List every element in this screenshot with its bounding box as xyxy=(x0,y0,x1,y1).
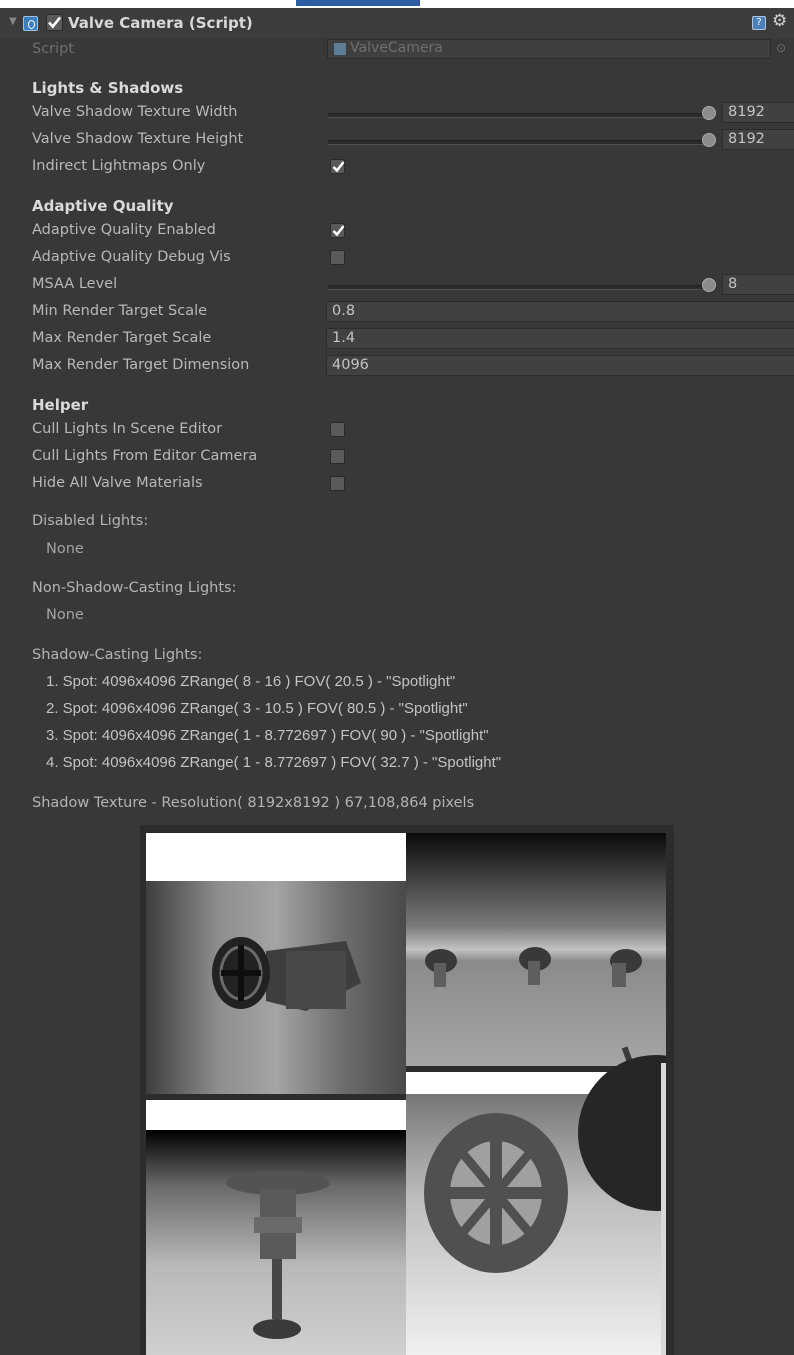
script-asset-icon xyxy=(334,43,346,55)
valve-wheel-icon xyxy=(212,937,270,1009)
max-dimension-row: Max Render Target Dimension 4096 xyxy=(0,354,794,380)
shadow-width-row: Valve Shadow Texture Width 8192 xyxy=(0,101,794,127)
shadow-light-item: 4. Spot: 4096x4096 ZRange( 1 - 8.772697 … xyxy=(46,754,502,771)
adaptive-enabled-label: Adaptive Quality Enabled xyxy=(32,222,216,238)
max-scale-row: Max Render Target Scale 1.4 xyxy=(0,327,794,353)
shadow-light-item: 1. Spot: 4096x4096 ZRange( 8 - 16 ) FOV(… xyxy=(46,673,456,690)
adaptive-enabled-checkbox[interactable] xyxy=(330,223,345,238)
shadow-light-item: 2. Spot: 4096x4096 ZRange( 3 - 10.5 ) FO… xyxy=(46,700,468,717)
shadow-width-slider-track[interactable] xyxy=(328,113,708,118)
hide-materials-row: Hide All Valve Materials xyxy=(0,472,794,498)
max-dimension-label: Max Render Target Dimension xyxy=(32,357,250,373)
shadow-height-slider-track[interactable] xyxy=(328,140,708,145)
disabled-lights-heading: Disabled Lights: xyxy=(32,513,149,529)
indirect-lightmaps-label: Indirect Lightmaps Only xyxy=(32,158,206,174)
indirect-lightmaps-checkbox[interactable] xyxy=(330,159,345,174)
cull-camera-checkbox[interactable] xyxy=(330,449,345,464)
max-scale-label: Max Render Target Scale xyxy=(32,330,212,346)
object-picker-icon[interactable]: ⊙ xyxy=(776,41,786,55)
msaa-slider-track[interactable] xyxy=(328,285,708,290)
non-shadow-lights-heading: Non-Shadow-Casting Lights: xyxy=(32,580,237,596)
top-accent-bar xyxy=(296,0,420,6)
script-icon xyxy=(23,16,38,31)
section-helper: Helper xyxy=(32,396,89,414)
adaptive-debug-row: Adaptive Quality Debug Vis xyxy=(0,246,794,272)
msaa-value: 8 xyxy=(728,276,738,292)
shadow-width-field[interactable]: 8192 xyxy=(722,102,794,123)
min-scale-label: Min Render Target Scale xyxy=(32,303,208,319)
script-row: Script ValveCamera ⊙ xyxy=(0,38,794,64)
section-lights-shadows: Lights & Shadows xyxy=(32,79,184,97)
shadow-width-label: Valve Shadow Texture Width xyxy=(32,104,238,120)
shadow-texture-caption: Shadow Texture - Resolution( 8192x8192 )… xyxy=(32,795,475,811)
cull-scene-row: Cull Lights In Scene Editor xyxy=(0,418,794,444)
max-dimension-value: 4096 xyxy=(332,357,369,373)
max-scale-field[interactable]: 1.4 xyxy=(326,328,794,349)
cull-scene-checkbox[interactable] xyxy=(330,422,345,437)
msaa-row: MSAA Level 8 xyxy=(0,273,794,299)
shadow-width-slider-thumb[interactable] xyxy=(702,106,716,120)
msaa-slider-thumb[interactable] xyxy=(702,278,716,292)
adaptive-enabled-row: Adaptive Quality Enabled xyxy=(0,219,794,245)
script-value: ValveCamera xyxy=(350,40,443,56)
msaa-label: MSAA Level xyxy=(32,276,118,292)
section-adaptive-quality: Adaptive Quality xyxy=(32,197,174,215)
shadow-light-item: 3. Spot: 4096x4096 ZRange( 1 - 8.772697 … xyxy=(46,727,489,744)
component-enabled-checkbox[interactable] xyxy=(46,14,63,31)
non-shadow-lights-value: None xyxy=(46,607,84,623)
cull-camera-row: Cull Lights From Editor Camera xyxy=(0,445,794,471)
script-field[interactable]: ValveCamera xyxy=(327,39,771,59)
hide-materials-checkbox[interactable] xyxy=(330,476,345,491)
cull-camera-label: Cull Lights From Editor Camera xyxy=(32,448,258,464)
shadow-height-field[interactable]: 8192 xyxy=(722,129,794,150)
max-dimension-field[interactable]: 4096 xyxy=(326,355,794,376)
shadow-height-label: Valve Shadow Texture Height xyxy=(32,131,244,147)
cull-scene-label: Cull Lights In Scene Editor xyxy=(32,421,223,437)
msaa-field[interactable]: 8 xyxy=(722,274,794,295)
script-label: Script xyxy=(32,41,75,57)
min-scale-row: Min Render Target Scale 0.8 xyxy=(0,300,794,326)
max-scale-value: 1.4 xyxy=(332,330,356,346)
shadow-width-value: 8192 xyxy=(728,104,765,120)
shadow-height-value: 8192 xyxy=(728,131,765,147)
gear-icon[interactable]: ⚙ xyxy=(772,11,787,31)
component-header[interactable]: ▼ Valve Camera (Script) ? ⚙ xyxy=(0,8,794,38)
fold-arrow-icon[interactable]: ▼ xyxy=(9,16,17,27)
help-icon[interactable]: ? xyxy=(752,16,766,30)
adaptive-debug-label: Adaptive Quality Debug Vis xyxy=(32,249,231,265)
indirect-lightmaps-row: Indirect Lightmaps Only xyxy=(0,155,794,181)
adaptive-debug-checkbox[interactable] xyxy=(330,250,345,265)
shadow-height-slider-thumb[interactable] xyxy=(702,133,716,147)
disabled-lights-value: None xyxy=(46,541,84,557)
hide-materials-label: Hide All Valve Materials xyxy=(32,475,203,491)
shadow-height-row: Valve Shadow Texture Height 8192 xyxy=(0,128,794,154)
valve-wheel-closeup-icon xyxy=(424,1113,568,1273)
min-scale-field[interactable]: 0.8 xyxy=(326,301,794,322)
component-title: Valve Camera (Script) xyxy=(68,14,253,32)
shadow-lights-heading: Shadow-Casting Lights: xyxy=(32,647,203,663)
top-strip xyxy=(0,0,794,8)
min-scale-value: 0.8 xyxy=(332,303,356,319)
shadow-texture-preview xyxy=(146,833,666,1355)
